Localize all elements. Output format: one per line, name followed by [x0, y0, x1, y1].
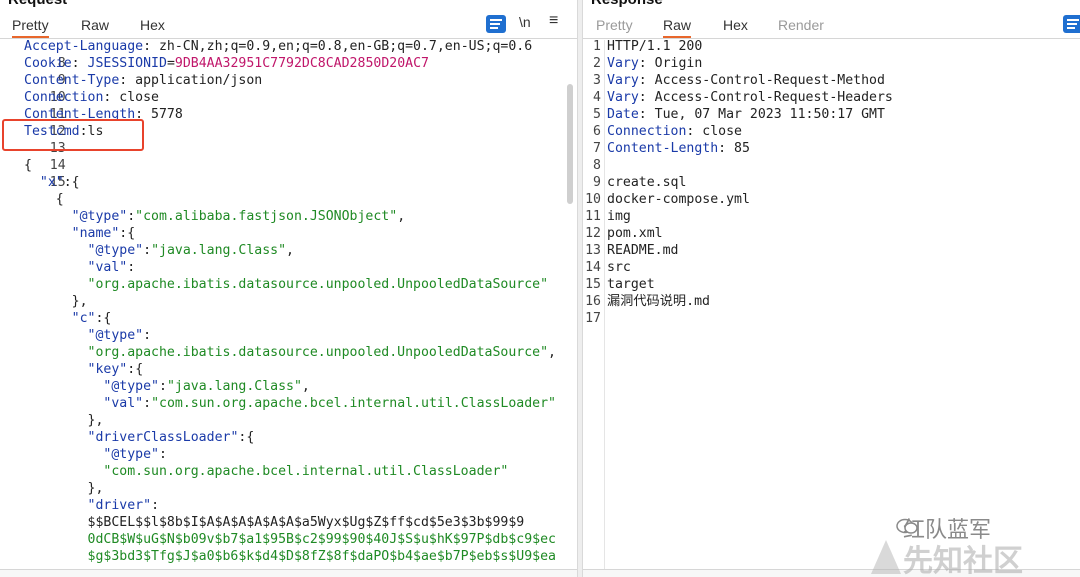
request-title: Request	[8, 0, 67, 8]
response-line: 15 target	[585, 277, 655, 292]
wechat-icon	[896, 518, 918, 534]
response-line: 10 docker-compose.yml	[585, 192, 750, 207]
response-line: 14 src	[585, 260, 631, 275]
response-line: 9 create.sql	[593, 175, 687, 190]
response-tabbar: Pretty Raw Hex Render	[583, 12, 1080, 39]
response-line: 4 Vary: Access-Control-Request-Headers	[593, 90, 893, 105]
response-line: 1 HTTP/1.1 200	[593, 39, 703, 54]
response-line: 16 漏洞代码说明.md	[585, 294, 710, 309]
tab-pretty[interactable]: Pretty	[596, 17, 633, 33]
tab-hex[interactable]: Hex	[140, 17, 165, 33]
request-line: 9 Cookie: JSESSIONID=9DB4AA32951C7792DC8C…	[24, 56, 429, 88]
response-line: 7 Content-Length: 85	[593, 141, 750, 156]
response-pane: Response Pretty Raw Hex Render 1HTTP/1.1…	[583, 0, 1080, 577]
response-line: 2 Vary: Origin	[593, 56, 703, 71]
request-scrollbar[interactable]	[567, 84, 573, 204]
watermark-text: 先知社区	[903, 545, 1023, 577]
request-tabbar: Pretty Raw Hex \n ≡	[0, 12, 577, 39]
hamburger-icon[interactable]: ≡	[549, 12, 558, 30]
request-search-bar[interactable]	[0, 569, 577, 577]
response-line: 17	[585, 311, 601, 326]
newline-toggle-button[interactable]: \n	[519, 14, 531, 32]
tab-render[interactable]: Render	[778, 17, 824, 33]
tab-hex[interactable]: Hex	[723, 17, 748, 33]
testcmd-highlight	[2, 119, 144, 151]
response-line: 11 img	[585, 209, 631, 224]
response-title: Response	[591, 0, 663, 8]
wrap-lines-icon[interactable]	[1063, 15, 1080, 33]
request-line: 15{	[24, 158, 66, 190]
response-line: 8	[593, 158, 601, 173]
response-line: 5 Date: Tue, 07 Mar 2023 11:50:17 GMT	[593, 107, 885, 122]
response-editor[interactable]: 1 HTTP/1.1 200 2 Vary: Origin 3 Vary: Access-…	[583, 39, 1080, 577]
request-pane: Request Pretty Raw Hex \n ≡ 8Accept-Lang…	[0, 0, 577, 577]
tab-pretty[interactable]: Pretty	[12, 17, 49, 38]
tab-raw[interactable]: Raw	[81, 17, 109, 33]
response-line: 12 pom.xml	[585, 226, 663, 241]
request-line: 11 Connection: close	[24, 90, 159, 122]
tab-raw[interactable]: Raw	[663, 17, 692, 38]
response-line: 3 Vary: Access-Control-Request-Method	[593, 73, 885, 88]
response-line: 6 Connection: close	[593, 124, 742, 139]
response-line: 13 README.md	[585, 243, 679, 258]
request-line: 8 Accept-Language: zh-CN,zh;q=0.9,en;q=0.…	[24, 39, 533, 71]
watermark-logo-icon	[871, 540, 901, 574]
wrap-lines-icon[interactable]	[486, 15, 506, 33]
request-line: 10 Content-Type: application/json	[24, 73, 263, 105]
